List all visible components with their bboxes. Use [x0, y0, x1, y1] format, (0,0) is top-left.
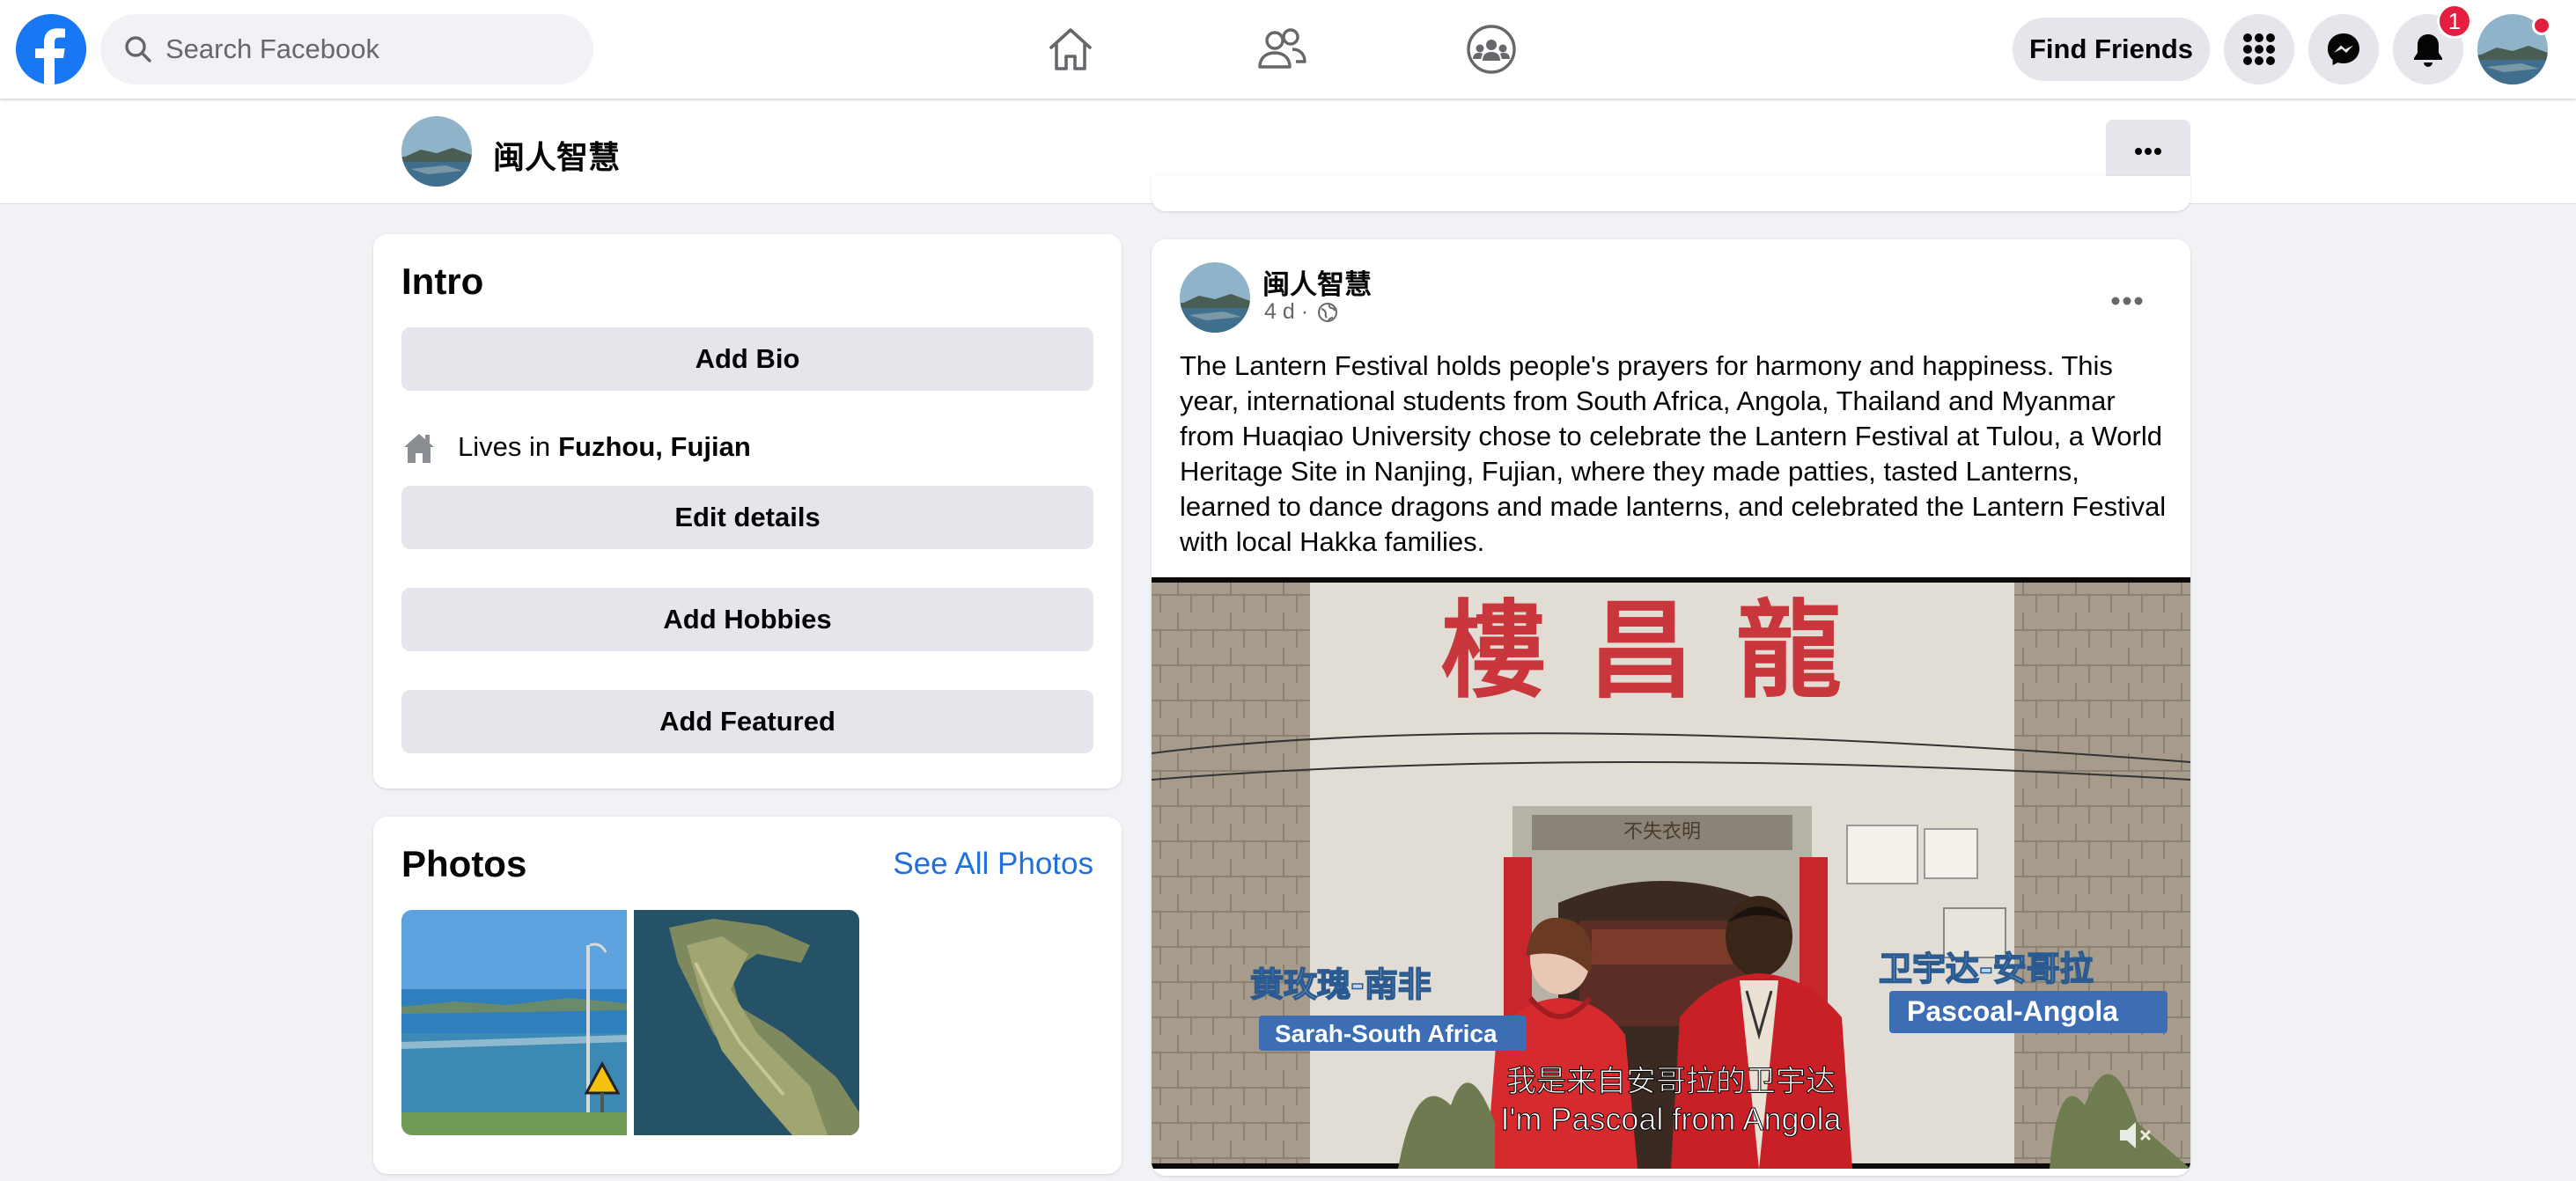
- intro-card: Intro Add Bio Lives in Fuzhou, Fujian Ed…: [373, 234, 1122, 789]
- photo-thumbnail[interactable]: [401, 910, 627, 1135]
- muted-speaker-icon[interactable]: [2116, 1116, 2155, 1155]
- left-caption-chinese: 黄玫瑰-南非: [1250, 965, 1432, 1004]
- photos-card: Photos See All Photos: [373, 817, 1122, 1174]
- globe-icon: [1318, 302, 1338, 322]
- lives-in-place[interactable]: Fuzhou, Fujian: [558, 431, 751, 463]
- edit-details-button[interactable]: Edit details: [401, 486, 1093, 549]
- left-caption-english: Sarah-South Africa: [1275, 1020, 1498, 1047]
- add-featured-button[interactable]: Add Featured: [401, 690, 1093, 753]
- right-caption-english: Pascoal-Angola: [1907, 995, 2118, 1027]
- search-bar[interactable]: [100, 14, 593, 84]
- bell-icon: [2414, 34, 2442, 67]
- right-caption-chinese: 卫宇达-安哥拉: [1879, 950, 2094, 988]
- notification-count-badge: 1: [2437, 4, 2472, 39]
- lives-in-prefix: Lives in: [458, 431, 551, 462]
- account-alert-dot: [2532, 16, 2551, 35]
- top-navigation-bar: Find Friends 1: [0, 0, 2576, 99]
- profile-name[interactable]: 闽人智慧: [493, 132, 620, 178]
- grid-menu-icon: [2243, 33, 2275, 65]
- video-subtitle-english: I'm Pascoal from Angola: [1500, 1101, 1842, 1137]
- groups-icon[interactable]: [1461, 19, 1521, 79]
- post-timestamp[interactable]: 4 d ·: [1264, 299, 1308, 325]
- post-options-button[interactable]: [2097, 271, 2157, 331]
- more-dots-icon: [2135, 148, 2161, 155]
- house-icon: [404, 434, 434, 463]
- search-icon: [125, 36, 151, 62]
- intro-title: Intro: [401, 260, 484, 302]
- see-all-photos-link[interactable]: See All Photos: [893, 847, 1093, 882]
- facebook-logo-icon[interactable]: [16, 14, 86, 84]
- photos-title: Photos: [401, 843, 527, 884]
- friends-icon[interactable]: [1252, 19, 1312, 79]
- profile-avatar[interactable]: [401, 116, 472, 187]
- lives-in-row: Lives in Fuzhou, Fujian: [401, 429, 751, 465]
- video-sign-text: 樓昌龍: [1440, 589, 1884, 713]
- menu-button[interactable]: [2224, 14, 2294, 84]
- messenger-button[interactable]: [2308, 14, 2379, 84]
- previous-post-edge: [1152, 176, 2190, 211]
- messenger-icon: [2328, 33, 2359, 66]
- home-icon[interactable]: [1041, 19, 1100, 79]
- add-bio-button[interactable]: Add Bio: [401, 327, 1093, 391]
- post-text: The Lantern Festival holds people's pray…: [1180, 350, 2167, 557]
- post-author-avatar[interactable]: [1180, 262, 1250, 333]
- post-meta: 4 d ·: [1264, 299, 1338, 325]
- search-input[interactable]: [166, 33, 570, 65]
- post-card: 闽人智慧 4 d · The Lantern Festival holds pe…: [1152, 239, 2190, 1176]
- add-hobbies-button[interactable]: Add Hobbies: [401, 588, 1093, 651]
- video-plaque-text: 不失衣明: [1623, 821, 1701, 843]
- more-dots-icon: [2111, 297, 2143, 305]
- profile-more-button[interactable]: [2106, 120, 2190, 183]
- post-video[interactable]: 樓昌龍 不失衣明 黄玫瑰-南非 Sarah-South Africa 卫宇达-安…: [1152, 577, 2190, 1169]
- video-subtitle-chinese: 我是来自安哥拉的卫宇达: [1506, 1064, 1836, 1099]
- photo-thumbnail[interactable]: [634, 910, 859, 1135]
- post-author-name[interactable]: 闽人智慧: [1262, 262, 1372, 302]
- find-friends-button[interactable]: Find Friends: [2013, 18, 2210, 81]
